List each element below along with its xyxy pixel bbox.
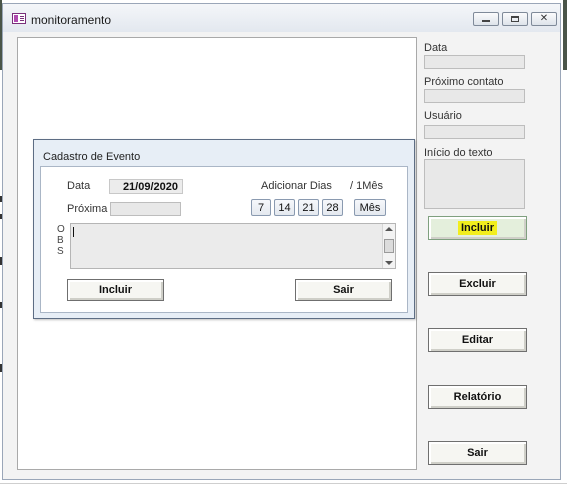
obs-scrollbar[interactable] (382, 224, 395, 268)
um-mes-label: / 1Mês (350, 180, 384, 192)
dialog-title: Cadastro de Evento (43, 151, 141, 163)
add-21-days-label: 21 (302, 201, 315, 214)
add-mes-label: Mês (359, 201, 381, 214)
proximo-contato-label: Próximo contato (424, 76, 504, 88)
scroll-thumb[interactable] (384, 239, 394, 253)
usuario-field[interactable] (424, 125, 525, 139)
scroll-down-icon[interactable] (385, 261, 393, 265)
data-label: Data (424, 42, 448, 54)
dialog-data-field[interactable]: 21/09/2020 (109, 179, 183, 194)
relatorio-button[interactable]: Relatório (428, 385, 527, 409)
editar-button-label: Editar (461, 334, 494, 346)
dialog-sair-button[interactable]: Sair (295, 279, 392, 301)
scroll-up-icon[interactable] (385, 227, 393, 231)
add-14-days-button[interactable]: 14 (274, 199, 295, 216)
obs-label-s: S (57, 246, 64, 257)
usuario-label: Usuário (424, 110, 462, 122)
close-button[interactable]: ✕ (531, 12, 557, 26)
text-caret (73, 227, 74, 237)
relatorio-button-label: Relatório (453, 391, 502, 403)
dialog-data-label: Data (67, 180, 91, 192)
minimize-icon (482, 20, 490, 22)
dialog-incluir-button[interactable]: Incluir (67, 279, 164, 301)
close-icon: ✕ (539, 13, 549, 24)
sair-button[interactable]: Sair (428, 441, 527, 465)
editar-button[interactable]: Editar (428, 328, 527, 352)
minimize-button[interactable] (473, 12, 499, 26)
add-28-days-label: 28 (326, 201, 339, 214)
excluir-button-label: Excluir (459, 278, 496, 290)
add-28-days-button[interactable]: 28 (322, 199, 343, 216)
proxima-field[interactable] (110, 202, 181, 216)
incluir-button-label: Incluir (457, 221, 497, 235)
dialog-sair-label: Sair (333, 284, 354, 296)
inicio-do-texto-label: Início do texto (424, 147, 493, 159)
form-icon (12, 13, 26, 24)
window-title: monitoramento (31, 13, 112, 27)
add-21-days-button[interactable]: 21 (298, 199, 319, 216)
obs-label-b: B (57, 235, 64, 246)
maximize-button[interactable] (502, 12, 528, 26)
dialog-data-value: 21/09/2020 (122, 180, 178, 193)
dialog-body: Data 21/09/2020 Adicionar Dias / 1Mês Pr… (40, 166, 408, 313)
maximize-icon (511, 16, 519, 22)
obs-label-o: O (57, 224, 65, 235)
dialog-incluir-label: Incluir (98, 284, 132, 296)
add-14-days-label: 14 (278, 201, 291, 214)
data-field[interactable] (424, 55, 525, 69)
add-7-days-button[interactable]: 7 (251, 199, 271, 216)
sair-button-label: Sair (467, 447, 488, 459)
proximo-contato-field[interactable] (424, 89, 525, 103)
proxima-label: Próxima (67, 203, 108, 215)
obs-textarea[interactable] (70, 223, 396, 269)
inicio-do-texto-field[interactable] (424, 159, 525, 209)
incluir-button[interactable]: Incluir (428, 216, 527, 240)
cadastro-de-evento-dialog: Cadastro de Evento Data 21/09/2020 Adici… (33, 139, 415, 319)
adicionar-dias-label: Adicionar Dias (261, 180, 332, 192)
background-divider (0, 483, 567, 484)
add-mes-button[interactable]: Mês (354, 199, 386, 216)
add-7-days-label: 7 (257, 201, 265, 214)
excluir-button[interactable]: Excluir (428, 272, 527, 296)
background-app-strip-right (563, 0, 567, 70)
window-titlebar[interactable]: monitoramento ✕ (3, 4, 560, 32)
